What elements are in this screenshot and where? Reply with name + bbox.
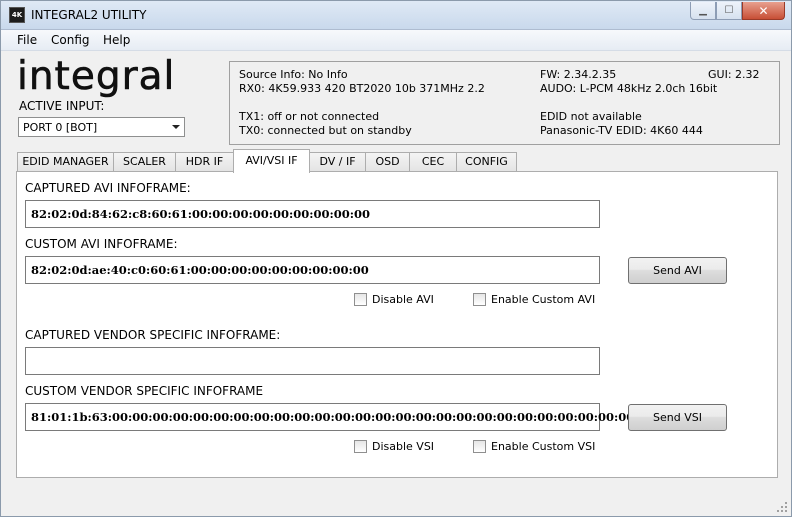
custom-avi-value: 82:02:0d:ae:40:c0:60:61:00:00:00:00:00:0…	[31, 263, 369, 277]
tab-hdr-if[interactable]: HDR IF	[175, 152, 234, 172]
tab-config[interactable]: CONFIG	[456, 152, 517, 172]
custom-avi-input[interactable]: 82:02:0d:ae:40:c0:60:61:00:00:00:00:00:0…	[25, 256, 600, 284]
tab-cec[interactable]: CEC	[409, 152, 457, 172]
tab-dv-if[interactable]: DV / IF	[309, 152, 366, 172]
disable-avi-checkbox[interactable]: Disable AVI	[354, 293, 434, 306]
custom-vsi-input[interactable]: 81:01:1b:63:00:00:00:00:00:00:00:00:00:0…	[25, 403, 634, 431]
active-input-dropdown[interactable]: PORT 0 [BOT]	[18, 117, 185, 137]
chevron-down-icon	[172, 125, 180, 129]
custom-avi-label: CUSTOM AVI INFOFRAME:	[25, 237, 178, 251]
send-avi-button[interactable]: Send AVI	[628, 257, 727, 284]
menu-file[interactable]: File	[17, 33, 37, 47]
enable-custom-vsi-label: Enable Custom VSI	[491, 440, 596, 453]
resize-grip-icon[interactable]	[777, 502, 787, 512]
enable-custom-vsi-checkbox[interactable]: Enable Custom VSI	[473, 440, 595, 453]
rx0-text: RX0: 4K59.933 420 BT2020 10b 371MHz 2.2	[239, 82, 485, 95]
menu-config[interactable]: Config	[51, 33, 90, 47]
audio-info-text: AUDO: L-PCM 48kHz 2.0ch 16bit	[540, 82, 718, 95]
gui-version-text: GUI: 2.32	[708, 68, 760, 81]
enable-custom-avi-label: Enable Custom AVI	[491, 293, 596, 306]
active-input-value: PORT 0 [BOT]	[23, 121, 98, 134]
checkbox-box[interactable]	[473, 293, 486, 306]
custom-vsi-label: CUSTOM VENDOR SPECIFIC INFOFRAME	[25, 384, 264, 398]
window-title: INTEGRAL2 UTILITY	[31, 8, 147, 22]
tx0-text: TX0: connected but on standby	[239, 124, 412, 137]
close-icon[interactable]: ✕	[742, 2, 785, 20]
captured-avi-field[interactable]: 82:02:0d:84:62:c8:60:61:00:00:00:00:00:0…	[25, 200, 600, 228]
menu-help[interactable]: Help	[103, 33, 130, 47]
title-bar[interactable]: 4K INTEGRAL2 UTILITY ▁ ☐ ✕	[1, 1, 791, 30]
tab-scaler[interactable]: SCALER	[113, 152, 176, 172]
captured-vsi-field[interactable]	[25, 347, 600, 375]
app-4k-icon: 4K	[9, 7, 25, 23]
send-vsi-button[interactable]: Send VSI	[628, 404, 727, 431]
status-info-panel: Source Info: No Info RX0: 4K59.933 420 B…	[229, 61, 780, 145]
minimize-icon[interactable]: ▁	[690, 2, 716, 20]
maximize-icon[interactable]: ☐	[716, 2, 742, 20]
app-window: 4K INTEGRAL2 UTILITY ▁ ☐ ✕ File Config H…	[0, 0, 792, 517]
checkbox-box[interactable]	[354, 440, 367, 453]
menu-bar: File Config Help	[1, 30, 791, 51]
custom-vsi-value: 81:01:1b:63:00:00:00:00:00:00:00:00:00:0…	[31, 410, 635, 424]
window-controls: ▁ ☐ ✕	[690, 2, 785, 20]
captured-avi-label: CAPTURED AVI INFOFRAME:	[25, 181, 191, 195]
captured-avi-value: 82:02:0d:84:62:c8:60:61:00:00:00:00:00:0…	[31, 207, 371, 221]
enable-custom-avi-checkbox[interactable]: Enable Custom AVI	[473, 293, 595, 306]
disable-avi-label: Disable AVI	[372, 293, 434, 306]
checkbox-box[interactable]	[354, 293, 367, 306]
active-input-label: ACTIVE INPUT:	[19, 99, 105, 113]
tab-edid-manager[interactable]: EDID MANAGER	[17, 152, 114, 172]
tab-osd[interactable]: OSD	[365, 152, 410, 172]
fw-version-text: FW: 2.34.2.35	[540, 68, 617, 81]
tx1-text: TX1: off or not connected	[239, 110, 380, 123]
source-info-text: Source Info: No Info	[239, 68, 348, 81]
disable-vsi-checkbox[interactable]: Disable VSI	[354, 440, 434, 453]
tab-avi-vsi-if[interactable]: AVI/VSI IF	[233, 149, 310, 173]
checkbox-box[interactable]	[473, 440, 486, 453]
disable-vsi-label: Disable VSI	[372, 440, 435, 453]
tv-edid-text: Panasonic-TV EDID: 4K60 444	[540, 124, 703, 137]
captured-vsi-label: CAPTURED VENDOR SPECIFIC INFOFRAME:	[25, 328, 281, 342]
edid-status-text: EDID not available	[540, 110, 642, 123]
integral-logo: integral	[17, 54, 176, 99]
